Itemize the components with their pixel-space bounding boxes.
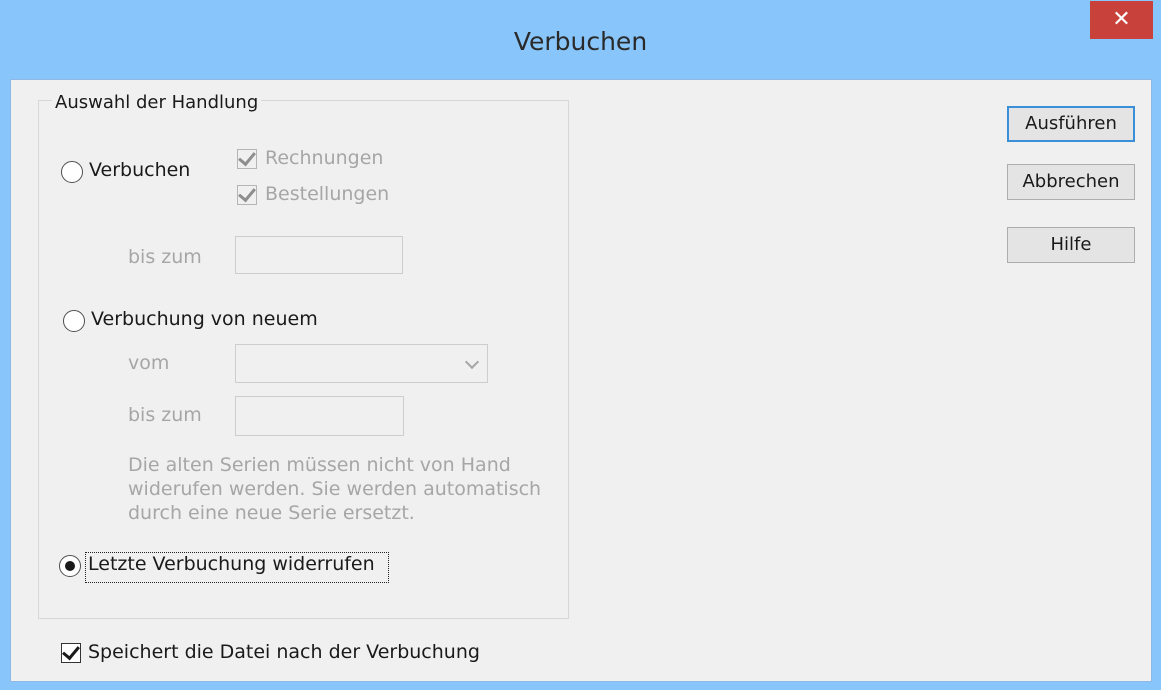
check-icon [238, 147, 256, 167]
checkbox-save-file-label[interactable]: Speichert die Datei nach der Verbuchung [88, 641, 480, 663]
radio-widerrufen[interactable] [59, 555, 81, 577]
neu-bis-zum-label: bis zum [128, 404, 202, 426]
window-title: Verbuchen [513, 27, 648, 56]
radio-verbuchen-label[interactable]: Verbuchen [89, 159, 190, 181]
radio-verbuchung-neu-label[interactable]: Verbuchung von neuem [91, 308, 318, 330]
radio-verbuchen[interactable] [61, 161, 83, 183]
checkbox-bestellungen-label: Bestellungen [265, 183, 390, 205]
radio-selected-dot [65, 561, 75, 571]
checkbox-save-file[interactable] [61, 641, 81, 663]
info-note: Die alten Serien müssen nicht von Hand w… [128, 454, 542, 524]
radio-verbuchung-neu[interactable] [63, 310, 85, 332]
neu-bis-zum-date-field[interactable] [235, 396, 404, 436]
close-icon: ✕ [1112, 7, 1131, 32]
close-button[interactable]: ✕ [1090, 1, 1153, 39]
vom-combobox[interactable] [235, 344, 488, 383]
chevron-down-icon [464, 354, 480, 370]
bis-zum-date-field[interactable] [235, 236, 403, 274]
groupbox-title: Auswahl der Handlung [52, 92, 262, 113]
check-icon [238, 183, 256, 203]
title-bar[interactable]: Verbuchen ✕ [0, 0, 1161, 80]
help-button[interactable]: Hilfe [1007, 227, 1135, 263]
bis-zum-label: bis zum [128, 246, 202, 268]
cancel-button[interactable]: Abbrechen [1007, 164, 1135, 200]
execute-button[interactable]: Ausführen [1007, 106, 1135, 142]
vom-label: vom [128, 352, 170, 374]
radio-widerrufen-label[interactable]: Letzte Verbuchung widerrufen [88, 553, 375, 575]
checkbox-rechnungen[interactable] [237, 147, 257, 169]
checkbox-bestellungen[interactable] [237, 183, 257, 205]
check-icon [62, 641, 80, 661]
checkbox-rechnungen-label: Rechnungen [265, 147, 384, 169]
dialog-window: Verbuchen ✕ Auswahl der Handlung Verbuch… [0, 0, 1161, 690]
